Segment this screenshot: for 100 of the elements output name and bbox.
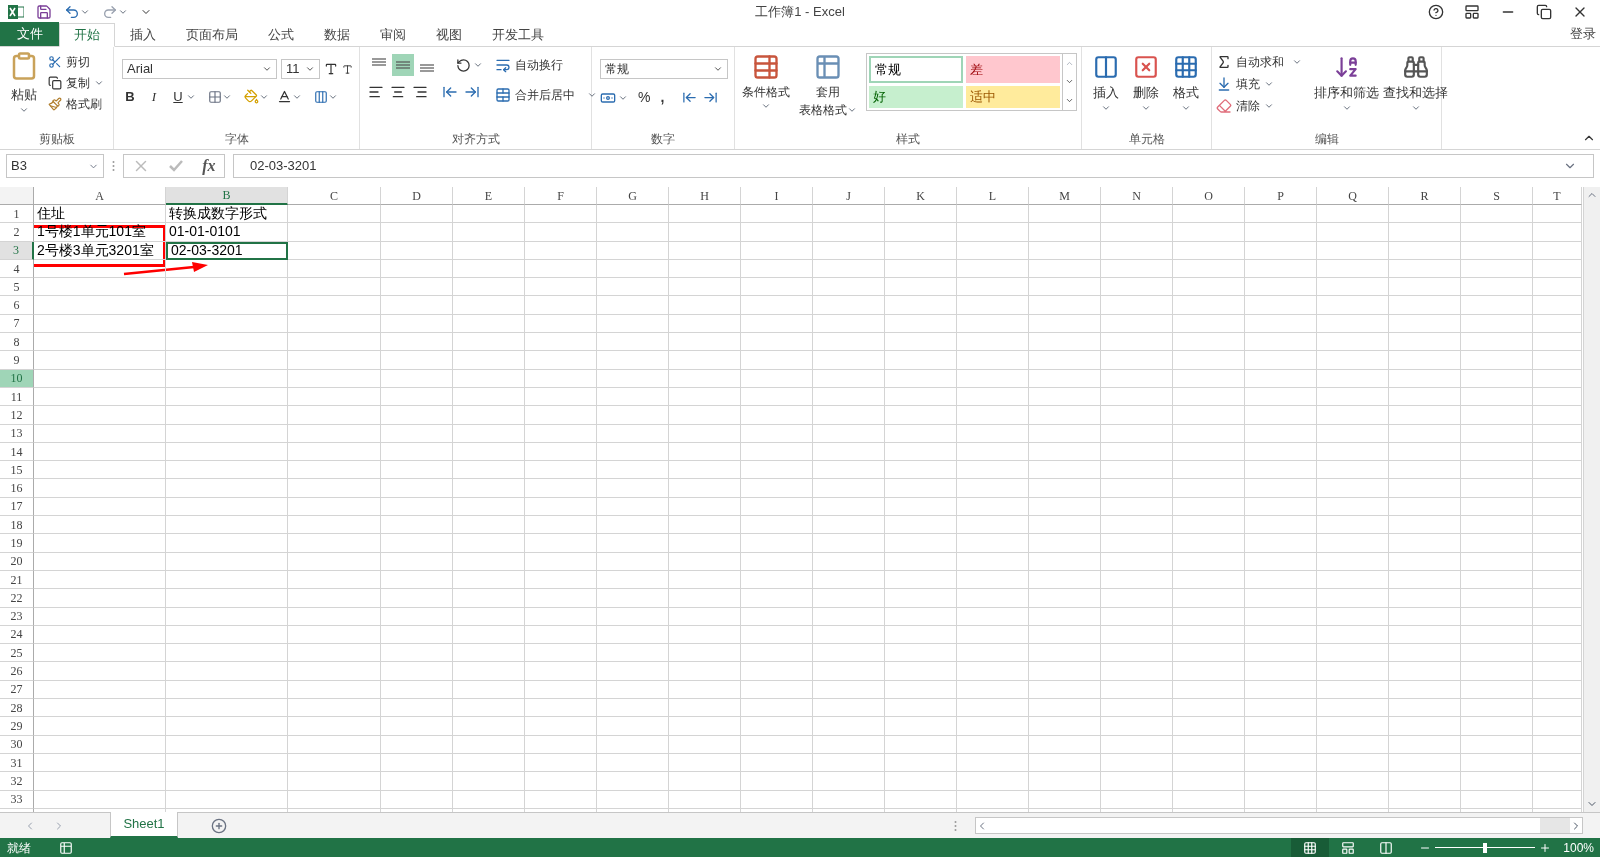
sign-in-link[interactable]: 登录 [1570, 24, 1596, 44]
orientation-icon[interactable] [456, 57, 471, 73]
row-header[interactable]: 18 [0, 516, 34, 535]
column-header[interactable]: P [1245, 187, 1317, 205]
column-header[interactable]: K [885, 187, 957, 205]
insert-label[interactable]: 插入 [1093, 83, 1119, 103]
save-icon[interactable] [36, 3, 52, 20]
row-header[interactable]: 29 [0, 717, 34, 736]
column-header[interactable]: N [1101, 187, 1173, 205]
delete-cells-icon[interactable] [1133, 54, 1159, 80]
ribbon-tab[interactable]: 开发工具 [477, 23, 559, 47]
column-header[interactable]: G [597, 187, 669, 205]
row-header[interactable]: 22 [0, 589, 34, 608]
align-left-icon[interactable] [368, 84, 384, 100]
row-header[interactable]: 16 [0, 479, 34, 498]
page-layout-icon[interactable] [1341, 840, 1356, 855]
ribbon-tab[interactable]: 数据 [309, 23, 365, 47]
format-label[interactable]: 格式 [1173, 83, 1199, 103]
row-header[interactable]: 32 [0, 772, 34, 791]
caret-icon[interactable] [262, 64, 272, 74]
autosum-label[interactable]: 自动求和 [1236, 53, 1284, 71]
add-sheet-icon[interactable] [211, 817, 227, 834]
grid-icon[interactable] [1303, 840, 1318, 855]
font-color-icon[interactable] [277, 89, 292, 105]
table-cell[interactable]: 1号楼1单元101室 [34, 223, 166, 242]
caret-icon[interactable] [1292, 57, 1302, 67]
zoom-slider-thumb[interactable] [1483, 842, 1488, 853]
caret-icon[interactable] [94, 78, 104, 88]
view-button[interactable] [1291, 838, 1330, 857]
sort-filter-label[interactable]: 排序和筛选 [1314, 83, 1379, 103]
sigma-icon[interactable] [1216, 54, 1232, 70]
redo-icon[interactable] [102, 3, 118, 20]
name-box[interactable]: B3 [6, 154, 104, 178]
ribbon-display-icon[interactable] [1464, 3, 1480, 20]
page-break-icon[interactable] [1379, 840, 1394, 855]
help-icon[interactable] [1428, 3, 1444, 20]
caret-icon[interactable] [305, 64, 315, 74]
bold-button[interactable]: B [122, 87, 138, 107]
column-header[interactable]: B [166, 187, 288, 205]
wrap-text-label[interactable]: 自动换行 [515, 56, 563, 74]
scissors-icon[interactable] [48, 55, 62, 69]
conditional-format-icon[interactable] [752, 53, 781, 81]
table-cell[interactable]: 2号楼3单元3201室 [34, 241, 166, 260]
caret-icon[interactable] [846, 105, 857, 115]
caret-icon[interactable] [1264, 79, 1274, 89]
percent-button[interactable]: % [638, 87, 651, 108]
column-header[interactable]: J [813, 187, 885, 205]
paste-label[interactable]: 粘贴 [11, 85, 37, 105]
table-format-icon[interactable] [813, 53, 842, 81]
row-header[interactable]: 2 [0, 223, 34, 242]
caret-icon[interactable] [473, 60, 483, 70]
row-header[interactable]: 26 [0, 662, 34, 681]
ribbon-tab[interactable]: 视图 [421, 23, 477, 47]
comma-button[interactable]: , [656, 87, 669, 108]
sort-filter-icon[interactable] [1333, 54, 1360, 80]
column-header[interactable]: D [381, 187, 453, 205]
font-size-field[interactable]: 11 [281, 59, 320, 79]
scroll-thumb[interactable] [1540, 818, 1570, 833]
formula-field[interactable]: 02-03-3201 [233, 154, 1594, 178]
underline-button[interactable]: U [170, 87, 186, 107]
sheet-tab[interactable]: Sheet1 [110, 812, 178, 838]
cut-label[interactable]: 剪切 [66, 53, 90, 71]
eraser-icon[interactable] [1216, 98, 1232, 114]
column-header[interactable]: L [957, 187, 1029, 205]
zoom-in-icon[interactable] [1539, 841, 1552, 854]
row-header[interactable]: 5 [0, 278, 34, 297]
column-header[interactable]: O [1173, 187, 1245, 205]
row-header[interactable]: 28 [0, 699, 34, 718]
column-header[interactable]: Q [1317, 187, 1389, 205]
cell-style[interactable]: 好 [869, 85, 964, 108]
column-header[interactable]: T [1533, 187, 1582, 205]
column-header[interactable]: C [288, 187, 381, 205]
table-cell[interactable]: 住址 [34, 205, 166, 224]
delete-label[interactable]: 删除 [1133, 83, 1159, 103]
horizontal-scrollbar[interactable] [975, 817, 1583, 834]
column-header[interactable]: R [1389, 187, 1461, 205]
column-header[interactable]: M [1029, 187, 1101, 205]
merge-center-icon[interactable] [495, 87, 511, 103]
shrink-font-icon[interactable] [342, 63, 353, 75]
table-cell[interactable]: 转换成数字形式 [166, 205, 288, 224]
cell-style[interactable]: 常规 [869, 56, 964, 83]
column-header[interactable]: F [525, 187, 597, 205]
row-header[interactable]: 1 [0, 205, 34, 224]
restore-icon[interactable] [1536, 3, 1552, 20]
row-header[interactable]: 8 [0, 333, 34, 352]
excel-logo-icon[interactable] [8, 3, 24, 20]
grow-font-icon[interactable] [324, 62, 338, 76]
increase-decimal-icon[interactable] [682, 90, 698, 105]
insert-cells-icon[interactable] [1093, 54, 1119, 80]
cell-style[interactable]: 差 [966, 56, 1060, 83]
column-header[interactable]: E [453, 187, 525, 205]
binoculars-icon[interactable] [1402, 54, 1429, 80]
increase-indent-icon[interactable] [464, 84, 480, 100]
caret-icon[interactable] [761, 101, 772, 111]
row-header[interactable]: 19 [0, 534, 34, 553]
select-all-corner[interactable] [0, 187, 34, 205]
decrease-decimal-icon[interactable] [703, 90, 719, 105]
row-header[interactable]: 6 [0, 296, 34, 315]
decrease-indent-icon[interactable] [442, 84, 458, 100]
align-center-icon[interactable] [390, 84, 406, 100]
